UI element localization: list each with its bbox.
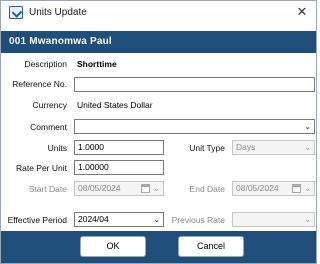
reference-no-label: Reference No. [12, 79, 67, 89]
start-date-label: Start Date [28, 184, 67, 194]
units-input[interactable]: 1.0000 [74, 140, 164, 155]
unit-type-label: Unit Type [189, 143, 225, 153]
employee-title: 001 Mwanomwa Paul [9, 36, 112, 47]
ok-button[interactable]: OK [80, 236, 146, 257]
employee-header: 001 Mwanomwa Paul [1, 31, 316, 53]
reference-no-input[interactable] [74, 77, 315, 92]
chevron-down-icon: ⌄ [153, 215, 160, 224]
effective-period-dropdown[interactable]: 2024/04 ⌄ [74, 212, 164, 227]
end-date-value: 08/05/2024 [236, 183, 279, 193]
comment-dropdown[interactable]: ⌄ [74, 119, 315, 134]
comment-label: Comment [30, 122, 67, 132]
rate-per-unit-label: Rate Per Unit [15, 163, 67, 173]
units-label: Units [47, 143, 67, 153]
end-date-picker: 08/05/2024 ⌄ [232, 181, 315, 196]
unit-type-value: Days [236, 142, 256, 152]
currency-value: United States Dollar [77, 100, 153, 110]
previous-rate-dropdown: ⌄ [232, 212, 315, 227]
chevron-down-icon: ⌄ [304, 143, 311, 152]
calendar-icon [292, 184, 301, 193]
end-date-label: End Date [189, 184, 225, 194]
employee-name: Mwanomwa Paul [29, 36, 112, 47]
units-update-app-icon [9, 6, 23, 19]
units-update-dialog: Units Update ✕ 001 Mwanomwa Paul Descrip… [0, 0, 317, 264]
calendar-icon [141, 184, 150, 193]
rate-per-unit-input[interactable]: 1.00000 [74, 160, 164, 175]
dialog-footer: OK Cancel [1, 231, 316, 263]
title-bar: Units Update ✕ [1, 1, 316, 25]
start-date-value: 08/05/2024 [78, 183, 121, 193]
unit-type-dropdown: Days ⌄ [232, 140, 315, 155]
effective-period-label: Effective Period [7, 215, 67, 225]
chevron-down-icon: ⌄ [304, 184, 311, 193]
currency-label: Currency [32, 100, 67, 110]
previous-rate-label: Previous Rate [171, 215, 225, 225]
chevron-down-icon: ⌄ [304, 122, 311, 131]
cancel-button[interactable]: Cancel [178, 236, 244, 257]
employee-code: 001 [9, 36, 27, 47]
chevron-down-icon: ⌄ [304, 215, 311, 224]
start-date-picker: 08/05/2024 ⌄ [74, 181, 164, 196]
chevron-down-icon: ⌄ [153, 184, 160, 193]
effective-period-value: 2024/04 [78, 214, 109, 224]
description-value: Shorttime [77, 59, 117, 69]
description-label: Description [24, 59, 67, 69]
window-title: Units Update [29, 7, 87, 18]
close-icon[interactable]: ✕ [294, 4, 310, 20]
